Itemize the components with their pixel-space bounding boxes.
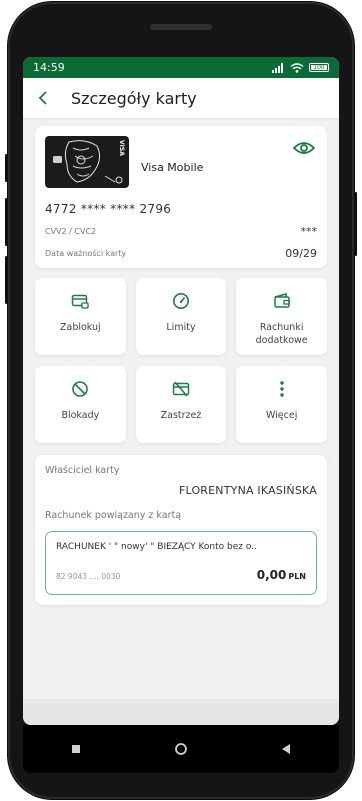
owner-panel: Właściciel karty FLORENTYNA IKASIŃSKA Ra… (35, 455, 327, 605)
card-panel: VISA Visa Mobile 4772 **** **** 2796 CVV… (35, 126, 327, 268)
expiry-label: Data ważności karty (45, 249, 127, 258)
wifi-icon (290, 62, 304, 73)
tile-label: Limity (166, 322, 196, 333)
gauge-icon (172, 293, 189, 309)
side-button (5, 154, 8, 182)
eye-icon (292, 142, 316, 154)
speaker-grille (150, 24, 212, 30)
square-icon (71, 745, 80, 753)
status-icons: 100 (271, 62, 329, 73)
owner-label: Właściciel karty (45, 465, 120, 476)
card-header: VISA Visa Mobile (45, 136, 317, 188)
back-button[interactable] (33, 88, 53, 108)
card-image: VISA (45, 136, 129, 188)
card-cancel-icon (172, 381, 190, 397)
expiry-row: Data ważności karty 09/29 (45, 247, 317, 260)
status-time: 14:59 (33, 61, 65, 74)
status-bar: 14:59 100 (23, 57, 339, 78)
cvv-value: *** (300, 225, 318, 238)
bottom-overlay (23, 699, 339, 725)
chevron-left-icon (38, 91, 47, 105)
content: VISA Visa Mobile 4772 **** **** 2796 CVV… (23, 118, 339, 605)
recents-button[interactable] (56, 734, 96, 764)
action-tiles: Zablokuj Limity Rachunki dodatkowe Bloka… (35, 278, 327, 443)
more-tile[interactable]: Więcej (236, 366, 327, 443)
additional-accounts-tile[interactable]: Rachunki dodatkowe (236, 278, 327, 355)
expiry-value: 09/29 (285, 247, 317, 260)
blocks-tile[interactable]: Blokady (35, 366, 126, 443)
tile-label: Zablokuj (59, 322, 101, 333)
battery-level: 100 (311, 65, 327, 71)
battery-icon: 100 (309, 63, 329, 72)
card-number: 4772 **** **** 2796 (45, 202, 172, 216)
show-details-button[interactable] (292, 140, 316, 156)
account-number: 82 9043 .... 0030 (56, 572, 121, 581)
signal-icon (272, 62, 283, 73)
linked-account-label: Rachunek powiązany z kartą (45, 510, 182, 521)
volume-down-button (5, 256, 8, 304)
restrict-card-tile[interactable]: Zastrzeż (135, 366, 227, 443)
account-details: 82 9043 .... 0030 0,00 PLN (56, 564, 306, 583)
back-nav-button[interactable] (266, 734, 306, 764)
tile-label: Zastrzeż (160, 410, 202, 421)
screen: 14:59 100 Szczegóły karty VISA Visa Mobi… (23, 57, 339, 725)
power-button (354, 192, 357, 256)
system-nav-bar (23, 725, 339, 773)
card-name: Visa Mobile (141, 160, 204, 174)
card-art-icon (53, 140, 123, 184)
tile-label: Rachunki dodatkowe (255, 322, 308, 346)
card-lock-icon (72, 294, 89, 309)
cvv-row: CVV2 / CVC2 *** (45, 225, 317, 238)
wallet-icon (273, 293, 290, 308)
app-header: Szczegóły karty (23, 78, 339, 118)
block-card-tile[interactable]: Zablokuj (35, 278, 126, 355)
card-brand: VISA (118, 140, 125, 156)
account-currency: PLN (288, 572, 306, 581)
block-icon (72, 381, 89, 397)
triangle-back-icon (281, 744, 290, 754)
cvv-label: CVV2 / CVC2 (45, 227, 97, 236)
home-button[interactable] (161, 734, 201, 764)
limits-tile[interactable]: Limity (135, 278, 227, 355)
circle-icon (175, 743, 187, 755)
more-vertical-icon (279, 381, 284, 397)
tile-label: Blokady (61, 410, 100, 421)
tile-label: Więcej (265, 410, 298, 421)
owner-name: FLORENTYNA IKASIŃSKA (178, 484, 317, 497)
volume-up-button (5, 198, 8, 246)
account-balance: 0,00 (256, 568, 287, 582)
account-title: RACHUNEK ' " nowy' " BIEŻĄCY Konto bez o… (56, 542, 257, 552)
linked-account-card[interactable]: RACHUNEK ' " nowy' " BIEŻĄCY Konto bez o… (45, 531, 317, 595)
page-title: Szczegóły karty (71, 88, 197, 108)
account-balance-group: 0,00 PLN (257, 564, 306, 583)
